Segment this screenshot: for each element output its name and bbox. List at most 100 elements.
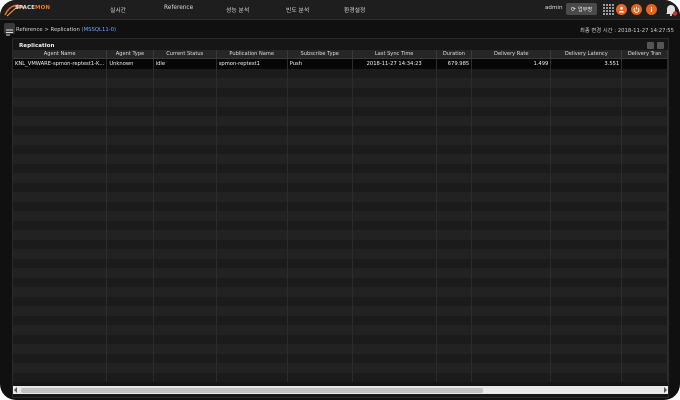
empty-table-cell [550, 116, 623, 126]
column-header[interactable]: Delivery Tran [621, 50, 668, 59]
user-name[interactable]: admin [545, 5, 563, 11]
grid-icon[interactable] [603, 4, 614, 15]
empty-table-row [13, 125, 668, 135]
empty-table-cell [287, 344, 353, 354]
empty-table-cell [153, 239, 217, 249]
empty-table-cell [106, 68, 154, 78]
empty-table-cell [471, 182, 552, 192]
empty-table-cell [436, 372, 473, 382]
column-header[interactable]: Duration [436, 50, 473, 59]
empty-table-cell [153, 268, 217, 278]
empty-table-cell [550, 192, 623, 202]
empty-table-cell [436, 230, 473, 240]
empty-table-row [13, 154, 668, 164]
empty-table-cell [550, 249, 623, 259]
empty-table-cell [13, 353, 108, 363]
empty-table-cell [13, 144, 108, 154]
table-row[interactable]: KNL_VMWARE-spmon-reptest1-K... Unknown i… [13, 58, 668, 69]
empty-table-cell [621, 220, 668, 230]
empty-table-cell [216, 268, 288, 278]
empty-table-cell [287, 315, 353, 325]
empty-table-cell [153, 249, 217, 259]
empty-table-cell [471, 372, 552, 382]
work-button[interactable]: ⟳ 업무명 [566, 3, 597, 15]
empty-table-cell [352, 249, 437, 259]
power-icon[interactable] [631, 4, 642, 15]
empty-table-cell [352, 68, 437, 78]
empty-table-cell [106, 258, 154, 268]
table-cell: idle [153, 58, 217, 69]
nav-item-frequency[interactable]: 빈도 분석 [286, 5, 309, 14]
empty-table-cell [106, 154, 154, 164]
empty-table-cell [352, 315, 437, 325]
empty-table-cell [287, 258, 353, 268]
empty-table-cell [13, 363, 108, 373]
horizontal-scrollbar[interactable] [13, 386, 668, 394]
empty-table-cell [287, 116, 353, 126]
empty-table-cell [13, 296, 108, 306]
empty-table-cell [550, 363, 623, 373]
empty-table-cell [621, 192, 668, 202]
empty-table-cell [621, 344, 668, 354]
empty-table-cell [471, 78, 552, 88]
nav-item-settings[interactable]: 환경설정 [344, 5, 365, 14]
empty-table-cell [550, 325, 623, 335]
scroll-right-icon[interactable] [664, 387, 667, 393]
empty-table-cell [436, 258, 473, 268]
empty-table-cell [352, 334, 437, 344]
empty-table-cell [216, 173, 288, 183]
export-icon[interactable] [647, 42, 654, 49]
panel-title: Replication [19, 43, 55, 49]
column-header[interactable]: Agent Name [13, 50, 108, 59]
empty-table-cell [153, 201, 217, 211]
breadcrumb-root[interactable]: Reference [16, 27, 43, 33]
empty-table-cell [352, 363, 437, 373]
empty-table-cell [13, 315, 108, 325]
empty-table-row [13, 258, 668, 268]
scrollbar-thumb[interactable] [21, 387, 483, 393]
empty-table-cell [153, 144, 217, 154]
empty-table-cell [153, 163, 217, 173]
empty-table-cell [106, 306, 154, 316]
nav-item-realtime[interactable]: 실시간 [110, 5, 126, 14]
empty-table-cell [106, 230, 154, 240]
scroll-left-icon[interactable] [14, 387, 17, 393]
person-icon[interactable] [616, 4, 627, 15]
empty-table-cell [106, 163, 154, 173]
empty-table-cell [216, 325, 288, 335]
panel-info-icon[interactable] [657, 42, 664, 49]
empty-table-cell [621, 97, 668, 107]
column-header[interactable]: Delivery Latency [550, 50, 623, 59]
info-icon[interactable]: i [646, 4, 657, 15]
empty-table-cell [471, 363, 552, 373]
empty-table-cell [352, 192, 437, 202]
empty-table-cell [106, 249, 154, 259]
empty-table-cell [106, 192, 154, 202]
empty-table-cell [550, 230, 623, 240]
column-header[interactable]: Current Status [153, 50, 217, 59]
empty-table-cell [621, 87, 668, 97]
nav-item-reference[interactable]: Reference [164, 5, 193, 11]
column-header[interactable]: Last Sync Time [352, 50, 437, 59]
empty-table-cell [550, 201, 623, 211]
empty-table-cell [13, 268, 108, 278]
column-header[interactable]: Publication Name [216, 50, 288, 59]
column-header[interactable]: Agent Type [106, 50, 154, 59]
empty-table-cell [106, 78, 154, 88]
empty-table-cell [153, 211, 217, 221]
empty-table-cell [216, 154, 288, 164]
bell-icon[interactable] [664, 3, 678, 17]
empty-table-cell [287, 192, 353, 202]
empty-table-cell [153, 125, 217, 135]
empty-table-cell [13, 258, 108, 268]
empty-table-cell [216, 97, 288, 107]
nav-item-performance[interactable]: 성능 분석 [226, 5, 249, 14]
menu-toggle-button[interactable] [4, 23, 15, 36]
column-header[interactable]: Subscribe Type [287, 50, 353, 59]
empty-table-cell [216, 220, 288, 230]
empty-table-cell [436, 116, 473, 126]
empty-table-cell [13, 68, 108, 78]
column-header[interactable]: Delivery Rate [471, 50, 552, 59]
empty-table-cell [352, 97, 437, 107]
empty-table-cell [216, 249, 288, 259]
